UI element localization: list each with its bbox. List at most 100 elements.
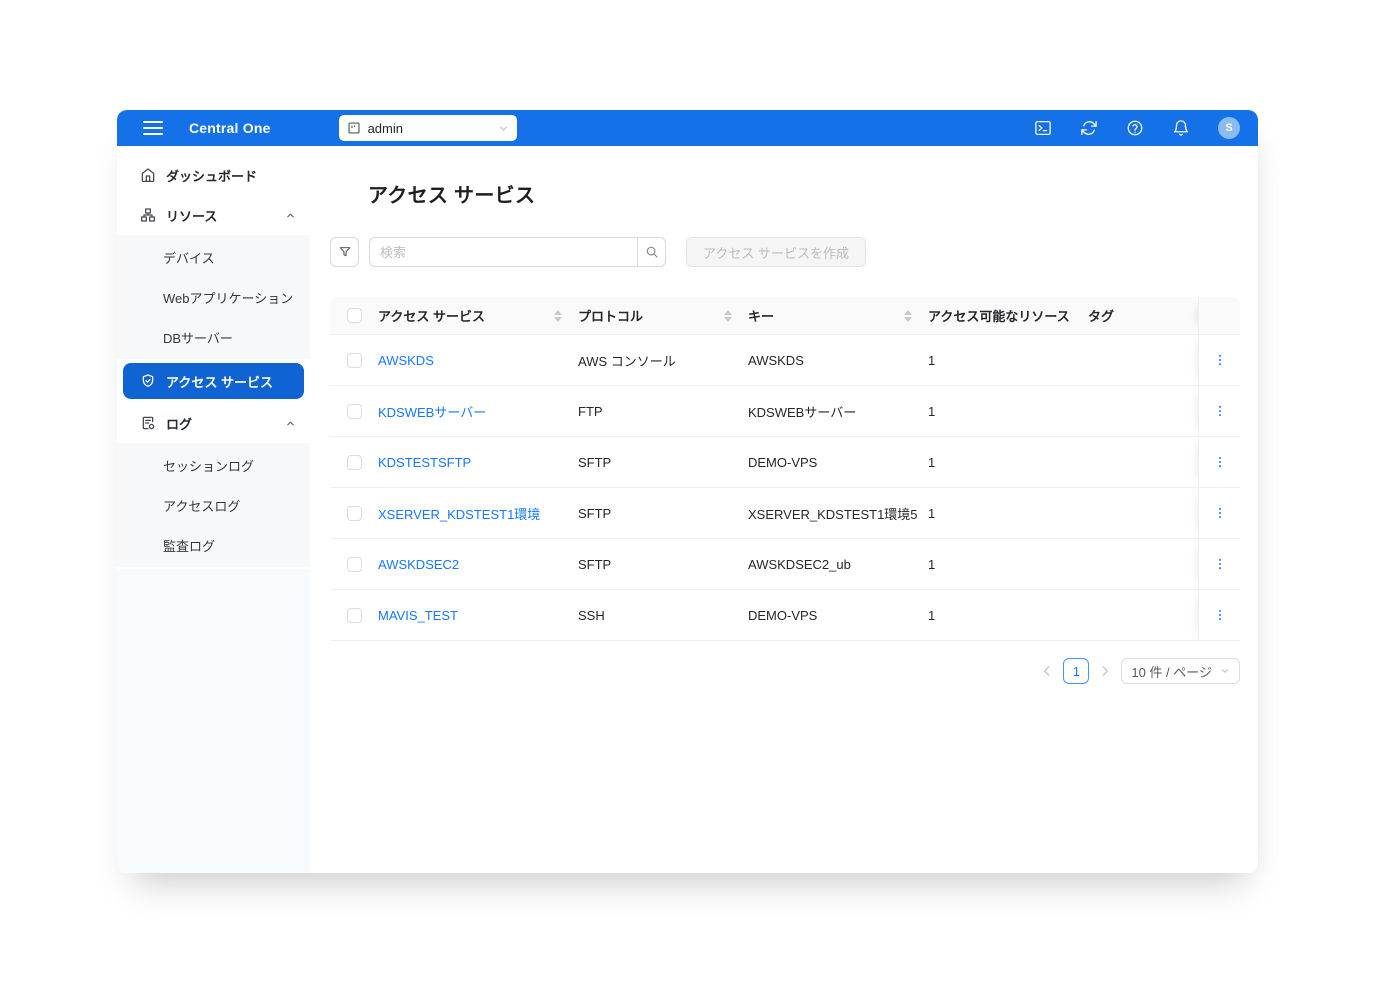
sort-icon[interactable]: [904, 310, 912, 322]
row-checkbox[interactable]: [347, 506, 362, 521]
column-header-service[interactable]: アクセス サービス: [378, 306, 578, 325]
protocol-cell: SFTP: [578, 455, 748, 470]
sidebar-item-access-logs[interactable]: アクセスログ: [117, 485, 310, 525]
prev-page-icon[interactable]: [1040, 664, 1054, 678]
column-header-protocol[interactable]: プロトコル: [578, 306, 748, 325]
service-link[interactable]: AWSKDSEC2: [378, 557, 459, 572]
resources-cell: 1: [928, 353, 1088, 368]
row-checkbox[interactable]: [347, 557, 362, 572]
column-label: プロトコル: [578, 306, 643, 325]
sidebar-item-audit-logs[interactable]: 監査ログ: [117, 525, 310, 565]
help-icon[interactable]: [1126, 119, 1144, 137]
sidebar-item-resources[interactable]: リソース: [117, 195, 310, 235]
sidebar-item-label: リソース: [166, 206, 217, 225]
service-link[interactable]: XSERVER_KDSTEST1環境: [378, 504, 540, 523]
row-actions-icon[interactable]: [1213, 454, 1227, 470]
chevron-up-icon: [285, 210, 296, 221]
search-button[interactable]: [637, 237, 666, 267]
topbar-actions: S: [1034, 117, 1240, 139]
row-actions-icon[interactable]: [1213, 556, 1227, 572]
key-cell: DEMO-VPS: [748, 608, 928, 623]
home-icon: [140, 167, 156, 183]
resources-cell: 1: [928, 455, 1088, 470]
row-checkbox[interactable]: [347, 455, 362, 470]
sync-icon[interactable]: [1080, 119, 1098, 137]
toolbar: アクセス サービスを作成: [330, 237, 1240, 267]
resources-cell: 1: [928, 557, 1088, 572]
column-label: アクセス サービス: [378, 306, 485, 325]
table-row: AWSKDS AWS コンソール AWSKDS 1: [330, 335, 1240, 386]
row-actions-icon[interactable]: [1213, 607, 1227, 623]
column-label: キー: [748, 306, 774, 325]
select-all-checkbox[interactable]: [347, 308, 362, 323]
column-label: タグ: [1088, 306, 1114, 325]
chevron-up-icon: [285, 418, 296, 429]
sidebar-item-devices[interactable]: デバイス: [117, 237, 310, 277]
sidebar-submenu-logs: セッションログ アクセスログ 監査ログ: [117, 443, 310, 567]
sidebar-item-db-servers[interactable]: DBサーバー: [117, 317, 310, 357]
log-file-icon: [140, 415, 156, 431]
column-label: アクセス可能なリソース: [928, 306, 1070, 325]
page-number-button[interactable]: 1: [1063, 658, 1089, 684]
filter-icon: [338, 245, 352, 259]
sidebar-item-label: ダッシュボード: [166, 166, 257, 185]
chevron-down-icon: [1220, 666, 1230, 676]
table-row: MAVIS_TEST SSH DEMO-VPS 1: [330, 590, 1240, 641]
topbar: Central One admin S: [117, 110, 1258, 146]
create-access-service-button[interactable]: アクセス サービスを作成: [686, 237, 866, 267]
table-row: AWSKDSEC2 SFTP AWSKDSEC2_ub 1: [330, 539, 1240, 590]
row-checkbox[interactable]: [347, 353, 362, 368]
org-select-value: admin: [368, 121, 491, 136]
column-header-tags: タグ: [1088, 306, 1198, 325]
org-select[interactable]: admin: [339, 115, 517, 141]
page-size-label: 10 件 / ページ: [1131, 662, 1212, 681]
search-input[interactable]: [369, 237, 637, 267]
chevron-down-icon: [498, 123, 509, 134]
avatar[interactable]: S: [1218, 117, 1240, 139]
resources-cell: 1: [928, 404, 1088, 419]
sidebar-item-label: Webアプリケーション: [163, 288, 293, 307]
row-actions-icon[interactable]: [1213, 403, 1227, 419]
sidebar-item-label: アクセス サービス: [166, 372, 273, 391]
service-link[interactable]: KDSTESTSFTP: [378, 455, 471, 470]
sidebar-item-dashboard[interactable]: ダッシュボード: [117, 155, 310, 195]
search-icon: [645, 245, 659, 259]
sidebar-item-session-logs[interactable]: セッションログ: [117, 445, 310, 485]
menu-icon[interactable]: [143, 118, 163, 138]
sidebar-item-web-applications[interactable]: Webアプリケーション: [117, 277, 310, 317]
protocol-cell: SFTP: [578, 557, 748, 572]
protocol-cell: AWS コンソール: [578, 351, 748, 370]
protocol-cell: SSH: [578, 608, 748, 623]
access-services-table: アクセス サービス プロトコル キー アクセス可能なリソース タグ: [330, 297, 1240, 641]
bell-icon[interactable]: [1172, 119, 1190, 137]
sidebar-item-label: DBサーバー: [163, 328, 233, 347]
protocol-cell: FTP: [578, 404, 748, 419]
column-header-actions: [1198, 297, 1240, 334]
next-page-icon[interactable]: [1098, 664, 1112, 678]
row-checkbox[interactable]: [347, 404, 362, 419]
filter-button[interactable]: [330, 237, 359, 267]
cluster-icon: [140, 207, 156, 223]
sidebar-item-logs[interactable]: ログ: [117, 403, 310, 443]
sort-icon[interactable]: [724, 310, 732, 322]
column-header-key[interactable]: キー: [748, 306, 928, 325]
row-actions-icon[interactable]: [1213, 505, 1227, 521]
table-header-row: アクセス サービス プロトコル キー アクセス可能なリソース タグ: [330, 297, 1240, 335]
row-actions-icon[interactable]: [1213, 352, 1227, 368]
service-link[interactable]: KDSWEBサーバー: [378, 402, 486, 421]
row-checkbox[interactable]: [347, 608, 362, 623]
sidebar-item-label: セッションログ: [163, 456, 254, 475]
sidebar-submenu-resources: デバイス Webアプリケーション DBサーバー: [117, 235, 310, 359]
service-link[interactable]: AWSKDS: [378, 353, 434, 368]
table-row: KDSWEBサーバー FTP KDSWEBサーバー 1: [330, 386, 1240, 437]
column-header-resources: アクセス可能なリソース: [928, 306, 1088, 325]
page-size-select[interactable]: 10 件 / ページ: [1121, 658, 1240, 684]
sidebar: ダッシュボード リソース デバイス Webアプリケーション DBサーバー: [117, 146, 310, 873]
sidebar-item-access-services[interactable]: アクセス サービス: [123, 363, 304, 399]
app-title: Central One: [189, 120, 271, 136]
sort-icon[interactable]: [554, 310, 562, 322]
service-link[interactable]: MAVIS_TEST: [378, 608, 458, 623]
key-cell: DEMO-VPS: [748, 455, 928, 470]
resources-cell: 1: [928, 506, 1088, 521]
terminal-icon[interactable]: [1034, 119, 1052, 137]
